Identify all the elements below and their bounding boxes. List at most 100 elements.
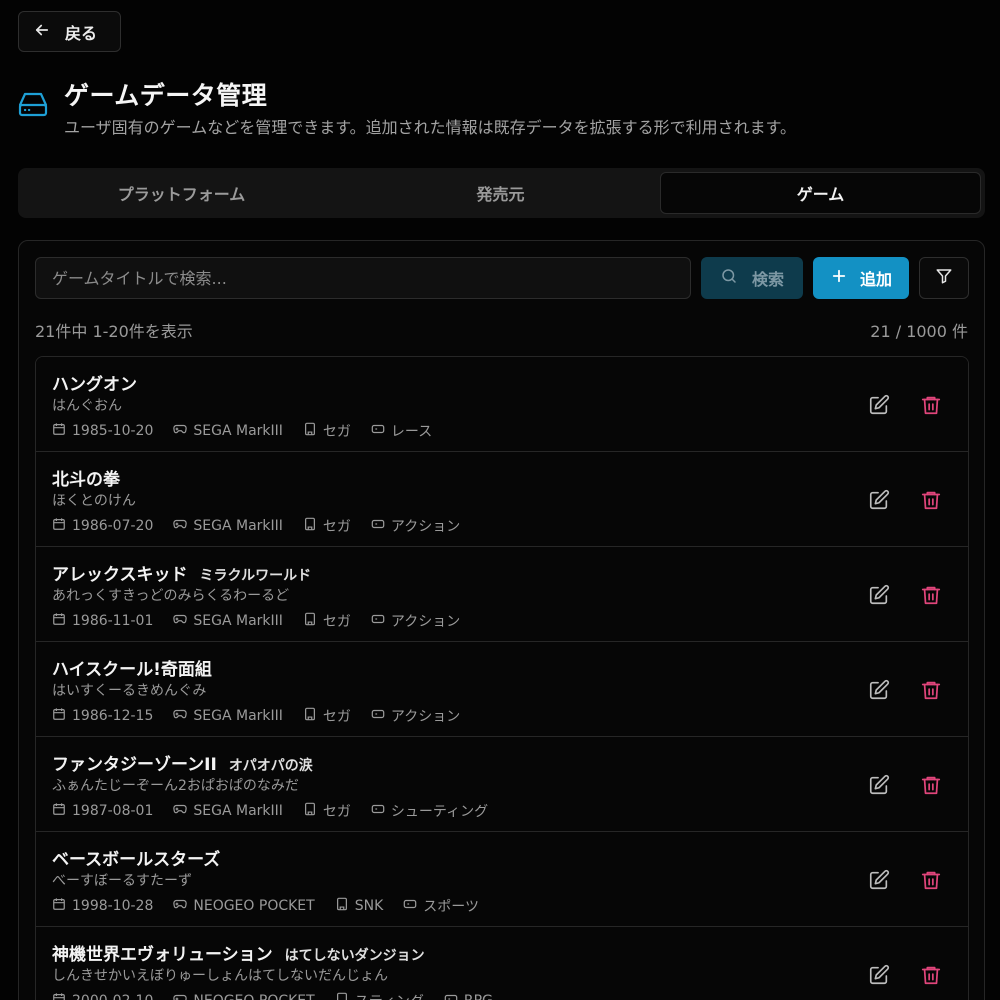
add-button-label: 追加 xyxy=(859,270,892,289)
game-title: ハイスクール!奇面組 xyxy=(52,660,212,680)
edit-icon[interactable] xyxy=(868,679,890,701)
edit-icon[interactable] xyxy=(868,584,890,606)
game-reading: あれっくすきっどのみらくるわーるど xyxy=(52,588,290,604)
search-input[interactable] xyxy=(35,257,691,299)
page-header: ゲームデータ管理 ユーザ固有のゲームなどを管理できます。追加された情報は既存デー… xyxy=(18,76,982,137)
trash-icon[interactable] xyxy=(920,489,942,511)
game-meta: 1986-07-20 SEGA MarkIII セガ アクション xyxy=(52,516,460,536)
trash-icon[interactable] xyxy=(920,394,942,416)
game-reading: ふぁんたじーぞーん2おぱおぱのなみだ xyxy=(52,778,299,794)
calendar-icon xyxy=(52,422,66,440)
building-icon xyxy=(335,897,349,915)
trash-icon[interactable] xyxy=(920,869,942,891)
trash-icon[interactable] xyxy=(920,964,942,986)
gamepad-icon xyxy=(173,612,188,630)
game-subtitle: オパオパの涙 xyxy=(228,758,313,774)
genre-name: スポーツ xyxy=(423,899,479,915)
game-title: 北斗の拳 xyxy=(52,470,120,490)
back-button-label: 戻る xyxy=(65,23,98,43)
game-row[interactable]: 北斗の拳 ほくとのけん 1986-07-20 SEGA MarkIII セガ アクション xyxy=(36,452,968,547)
edit-icon[interactable] xyxy=(868,774,890,796)
game-subtitle: ミラクルワールド xyxy=(199,568,312,584)
publisher-name: セガ xyxy=(322,614,351,630)
page-subtitle: ユーザ固有のゲームなどを管理できます。追加された情報は既存データを拡張する形で利… xyxy=(64,118,797,137)
building-icon xyxy=(303,517,317,535)
platform-name: NEOGEO POCKET xyxy=(193,993,314,1000)
arrow-left-icon xyxy=(33,21,51,43)
publisher-name: セガ xyxy=(322,709,351,725)
genre-name: アクション xyxy=(390,709,461,725)
game-subtitle: はてしないダンジョン xyxy=(284,948,425,964)
game-title: ベースボールスターズ xyxy=(52,850,221,870)
tab-platform[interactable]: プラットフォーム xyxy=(22,172,341,214)
platform-name: SEGA MarkIII xyxy=(193,613,283,629)
tag-icon xyxy=(444,992,458,1000)
genre-name: RPG xyxy=(464,993,493,1000)
tag-icon xyxy=(371,802,385,820)
building-icon xyxy=(303,802,317,820)
game-title: ファンタジーゾーンII xyxy=(52,755,217,775)
filter-button[interactable] xyxy=(919,257,969,299)
game-meta: 1987-08-01 SEGA MarkIII セガ シューティング xyxy=(52,801,488,821)
game-row[interactable]: アレックスキッド ミラクルワールドあれっくすきっどのみらくるわーるど 1986-11… xyxy=(36,547,968,642)
publisher-name: SNK xyxy=(354,898,384,914)
game-title: ハングオン xyxy=(52,375,137,395)
back-button[interactable]: 戻る xyxy=(18,11,121,52)
release-date: 1998-10-28 xyxy=(72,898,154,914)
tab-publisher[interactable]: 発売元 xyxy=(341,172,660,214)
game-meta: 1986-12-15 SEGA MarkIII セガ アクション xyxy=(52,706,460,726)
tag-icon xyxy=(403,897,417,915)
game-row[interactable]: ファンタジーゾーンII オパオパの涙ふぁんたじーぞーん2おぱおぱのなみだ 1987-… xyxy=(36,737,968,832)
page-title: ゲームデータ管理 xyxy=(64,81,268,110)
game-row[interactable]: ベースボールスターズ べーすぼーるすたーず 1998-10-28 NEOGEO POC… xyxy=(36,832,968,927)
game-title-line: 神機世界エヴォリューション はてしないダンジョン xyxy=(52,940,425,965)
edit-icon[interactable] xyxy=(868,869,890,891)
release-date: 1986-07-20 xyxy=(72,518,154,534)
hard-drive-icon xyxy=(18,90,48,118)
game-title-line: 北斗の拳 xyxy=(52,465,132,490)
add-button[interactable]: 追加 xyxy=(813,257,909,299)
publisher-name: スティング xyxy=(355,991,424,1000)
game-reading: はいすくーるきめんぐみ xyxy=(52,683,207,699)
trash-icon[interactable] xyxy=(920,679,942,701)
game-title-line: ハングオン xyxy=(52,370,149,395)
game-reading: しんきせかいえぼりゅーしょんはてしないだんじょん xyxy=(52,968,388,984)
game-row[interactable]: ハイスクール!奇面組 はいすくーるきめんぐみ 1986-12-15 SEGA Mark… xyxy=(36,642,968,737)
edit-icon[interactable] xyxy=(868,489,890,511)
plus-icon xyxy=(830,267,848,289)
tab-bar: プラットフォーム 発売元 ゲーム xyxy=(18,168,985,218)
search-button-label: 検索 xyxy=(751,270,784,289)
game-meta: 1986-11-01 SEGA MarkIII セガ アクション xyxy=(52,611,460,631)
release-date: 2000-02-10 xyxy=(72,993,153,1000)
trash-icon[interactable] xyxy=(920,774,942,796)
platform-name: SEGA MarkIII xyxy=(193,423,283,439)
result-range: 21件中 1-20件を表示 xyxy=(35,322,193,341)
calendar-icon xyxy=(52,802,66,820)
platform-name: SEGA MarkIII xyxy=(193,803,283,819)
tab-game[interactable]: ゲーム xyxy=(660,172,981,214)
calendar-icon xyxy=(52,992,66,1000)
game-meta: 1998-10-28 NEOGEO POCKET SNK スポーツ xyxy=(52,896,479,916)
game-title-line: ファンタジーゾーンII オパオパの涙 xyxy=(52,750,313,775)
gamepad-icon xyxy=(173,422,188,440)
game-title-line: アレックスキッド ミラクルワールド xyxy=(52,560,311,585)
result-limit: 21 / 1000 件 xyxy=(870,322,968,341)
edit-icon[interactable] xyxy=(868,394,890,416)
release-date: 1986-11-01 xyxy=(72,613,154,629)
gamepad-icon xyxy=(173,897,188,915)
gamepad-icon xyxy=(173,802,188,820)
game-row[interactable]: 神機世界エヴォリューション はてしないダンジョンしんきせかいえぼりゅーしょんはてし… xyxy=(36,927,968,1000)
calendar-icon xyxy=(52,707,66,725)
genre-name: シューティング xyxy=(390,804,489,820)
game-panel: 検索 追加 21件中 1-20件を表示 21 / 1000 件 ハングオンはんぐ… xyxy=(18,240,985,1000)
game-title-line: ベースボールスターズ xyxy=(52,845,232,870)
calendar-icon xyxy=(52,897,66,915)
search-button[interactable]: 検索 xyxy=(701,257,803,299)
gamepad-icon xyxy=(173,517,188,535)
release-date: 1987-08-01 xyxy=(72,803,154,819)
trash-icon[interactable] xyxy=(920,584,942,606)
platform-name: SEGA MarkIII xyxy=(193,708,283,724)
edit-icon[interactable] xyxy=(868,964,890,986)
game-row[interactable]: ハングオン はんぐおん 1985-10-20 SEGA MarkIII セガ レース xyxy=(36,357,968,452)
search-icon xyxy=(720,267,738,289)
